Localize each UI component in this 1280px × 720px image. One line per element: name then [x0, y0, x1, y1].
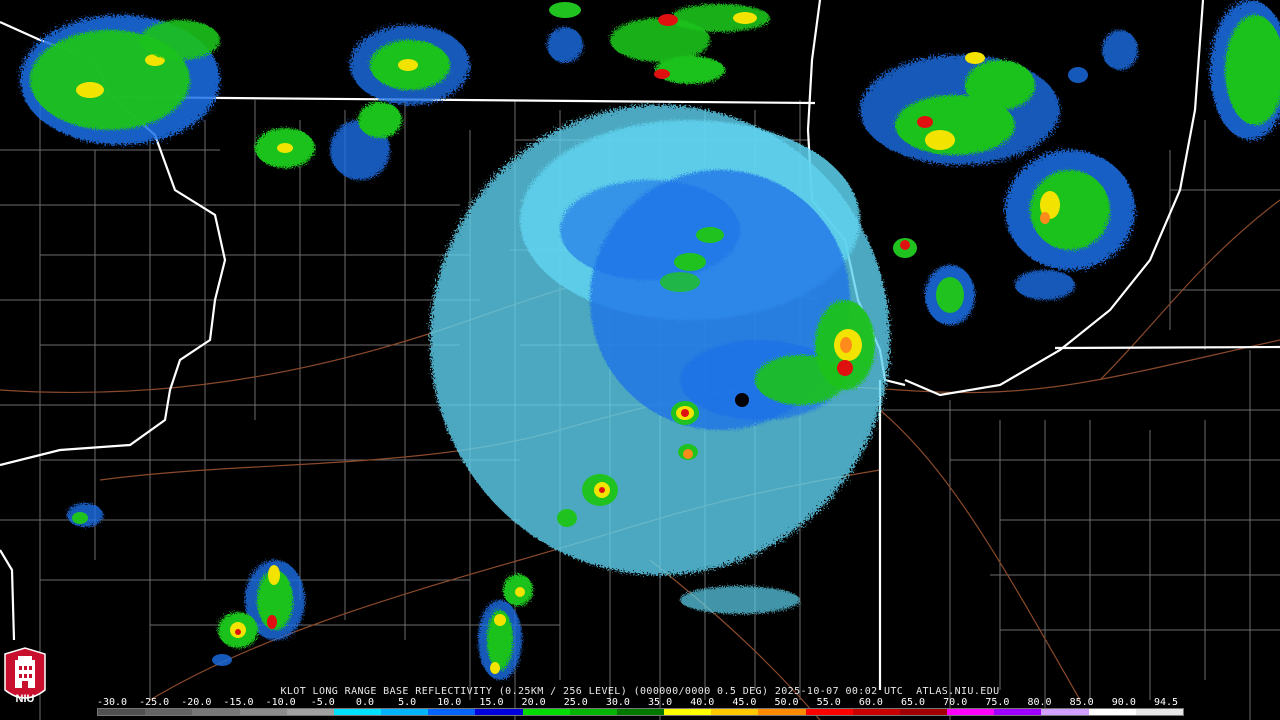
scale-tick-label: -25.0	[139, 697, 170, 708]
color-bar-segment	[522, 709, 570, 715]
scale-tick-label: 15.0	[479, 697, 504, 708]
scale-tick-label: 45.0	[732, 697, 757, 708]
scale-tick-label: 25.0	[563, 697, 588, 708]
color-bar-segment	[239, 709, 287, 715]
color-bar-segment	[145, 709, 193, 715]
color-bar-segment	[1041, 709, 1089, 715]
scale-tick-label: 80.0	[1027, 697, 1052, 708]
scale-tick-label: -5.0	[310, 697, 335, 708]
color-bar-segment	[1135, 709, 1183, 715]
color-bar-segment	[333, 709, 382, 715]
scale-tick-label: 65.0	[900, 697, 926, 708]
scale-tick-label: 50.0	[774, 697, 799, 708]
color-bar-segment	[711, 709, 759, 715]
reflectivity-color-bar	[97, 708, 1184, 716]
color-bar-segment	[381, 709, 429, 715]
scale-tick-label: 30.0	[605, 697, 630, 708]
radar-echoes-east	[860, 0, 1280, 325]
scale-tick-label: 35.0	[648, 697, 673, 708]
color-bar-segment	[428, 709, 476, 715]
color-bar-segment	[852, 709, 900, 715]
scale-tick-label: -10.0	[265, 697, 296, 708]
color-bar-segment	[899, 709, 948, 715]
scale-tick-label: 40.0	[690, 697, 715, 708]
color-bar-segment	[947, 709, 995, 715]
scale-tick-label: -15.0	[223, 697, 254, 708]
scale-tick-label: 75.0	[985, 697, 1010, 708]
radar-map	[0, 0, 1280, 720]
scale-tick-label: 10.0	[437, 697, 462, 708]
niu-tower-logo-icon: NIU	[4, 647, 46, 705]
color-bar-segment	[1088, 709, 1136, 715]
color-bar-segment	[758, 709, 806, 715]
color-bar-segment	[994, 709, 1042, 715]
color-bar-segment	[98, 709, 146, 715]
scale-tick-label: 85.0	[1069, 697, 1094, 708]
scale-tick-label: -20.0	[181, 697, 212, 708]
scale-tick-label: 60.0	[858, 697, 883, 708]
radar-echoes-central	[430, 105, 890, 614]
color-bar-segment	[192, 709, 240, 715]
scale-tick-label: 5.0	[398, 697, 417, 708]
color-bar-segment	[569, 709, 617, 715]
color-bar-segment	[475, 709, 523, 715]
color-bar-segment	[805, 709, 853, 715]
scale-tick-label: 20.0	[521, 697, 546, 708]
scale-tick-label: 0.0	[355, 697, 374, 708]
product-title: KLOT LONG RANGE BASE REFLECTIVITY (0.25K…	[280, 686, 1000, 697]
scale-tick-label: 94.5	[1153, 697, 1179, 708]
color-bar-segment	[616, 709, 665, 715]
scale-tick-label: 55.0	[816, 697, 841, 708]
scale-tick-label: 90.0	[1111, 697, 1136, 708]
scale-tick-label: 70.0	[943, 697, 968, 708]
color-bar-segment	[286, 709, 334, 715]
scale-tick-label: -30.0	[96, 697, 128, 708]
color-bar-segment	[664, 709, 712, 715]
